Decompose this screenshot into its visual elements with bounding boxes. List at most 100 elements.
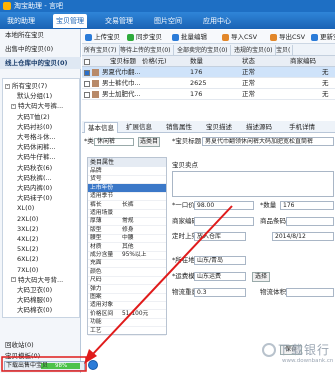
update-button[interactable]: 更新宝 <box>311 32 335 43</box>
grid-header-code[interactable]: 商家编码 <box>290 56 316 67</box>
sidebar-item-recycle[interactable]: 回收站(0) <box>5 339 34 349</box>
shipping-template-select[interactable]: 山东运费 <box>194 272 246 281</box>
sidebar-item-on-sale[interactable]: 出售中的宝贝(0) <box>0 43 81 55</box>
schedule-select[interactable]: 放入仓库 <box>194 232 246 241</box>
price-input[interactable]: 98.00 <box>194 201 254 210</box>
watermark-logo-icon <box>262 343 276 357</box>
tab-description-source[interactable]: 描述源码 <box>242 122 276 133</box>
progress-percent: 98% <box>55 363 68 369</box>
tab-basic-info[interactable]: 基本信息 <box>84 122 118 133</box>
tree-item-label: 5XL(2) <box>17 245 39 254</box>
tab-extended-info[interactable]: 扩展信息 <box>122 122 156 133</box>
sync-button[interactable]: 同步宝贝 <box>127 32 162 43</box>
tab-sold-out[interactable]: 全部卖完的宝贝(0) <box>175 45 231 56</box>
title-label: *宝贝标题 <box>172 137 202 145</box>
volume-input[interactable] <box>286 288 334 297</box>
weight-input[interactable]: 0.3 <box>194 288 246 297</box>
row-code: 无 <box>322 68 329 76</box>
sidebar-local-header[interactable]: 本地所在宝贝 <box>0 29 81 41</box>
table-row[interactable]: 男士裤代巾... 2625 正常 无 <box>82 78 335 89</box>
shipping-select-button[interactable]: 选择 <box>252 272 270 282</box>
barcode-input[interactable] <box>286 217 334 226</box>
tree-item-label: 大码T恤(2) <box>17 112 50 121</box>
item-grid: 宝贝标题 价格(元) 数量 状态 商家编码 男夏代巾翻... 176 正常无男士裤代… <box>82 56 335 110</box>
tree-item-label: 大码牛仔裤... <box>17 153 56 162</box>
progress-label: 下载出售中宝贝 <box>6 362 49 369</box>
category-attributes: *类目 休闲裤 选类目 类目属性 品牌 货号 上市年份 适用季节 裤长 长裤 适用场景 厚薄常… <box>84 135 168 336</box>
grid-header-qty[interactable]: 数量 <box>190 56 203 67</box>
app-title: 淘宝助理 - 言吧 <box>14 2 63 10</box>
close-icon[interactable] <box>88 360 98 370</box>
detail-tabs: 基本信息 扩展信息 销售属性 宝贝描述 描述源码 手机详情 <box>82 121 335 133</box>
row-qty: 2625 <box>190 79 207 87</box>
table-row[interactable]: 男夏代巾翻... 176 正常 无 <box>82 67 335 78</box>
row-status: 正常 <box>242 90 255 98</box>
tab-mobile-details[interactable]: 手机详情 <box>282 122 322 133</box>
attribute-row[interactable]: 工艺 <box>88 327 166 336</box>
sidebar-item-templates[interactable]: 宝贝模板(0) <box>5 350 40 360</box>
tree-item-label: 大码秋裤(... <box>17 173 52 182</box>
merchant-code-input[interactable] <box>194 217 254 226</box>
qty-input[interactable]: 176 <box>280 201 334 210</box>
title-bar: 淘宝助理 - 言吧 <box>0 0 335 12</box>
grid-header-select[interactable] <box>84 56 90 67</box>
row-checkbox[interactable] <box>84 78 90 89</box>
tree-item[interactable]: 大码棉衣(0) <box>17 305 52 316</box>
nav-tab-my-assistant[interactable]: 我的助理 <box>3 14 39 28</box>
title-input[interactable]: 男夏代巾翻领休闲裤大码加肥宽松直筒裤 <box>202 137 334 146</box>
tree-item-label: XL(0) <box>17 204 35 213</box>
grid-header-status[interactable]: 状态 <box>242 56 255 67</box>
row-title: 男夏代巾翻... <box>102 68 141 76</box>
category-select[interactable]: 休闲裤 <box>94 138 134 146</box>
export-csv-button[interactable]: 导出CSV <box>270 32 305 43</box>
collapse-toggle-icon[interactable]: - <box>11 103 16 109</box>
tree-item-label: 大码卫衣(0) <box>17 286 53 294</box>
volume-label: 物流体积 <box>260 288 286 296</box>
select-category-button[interactable]: 选类目 <box>138 137 160 147</box>
tree-item-label: 大码衬衫(0) <box>17 122 53 131</box>
row-checkbox[interactable] <box>84 89 90 100</box>
attribute-table-header: 类目属性 <box>88 158 166 167</box>
nav-tab-image-space[interactable]: 图片空间 <box>150 14 186 28</box>
upload-button[interactable]: 上传宝贝 <box>85 32 120 43</box>
tree-item-label: 大码棉服(0) <box>17 296 53 305</box>
selling-point-label: 宝贝卖点 <box>172 161 198 169</box>
app-logo-icon <box>3 2 11 10</box>
tab-all-items[interactable]: 所有宝贝(7) <box>82 45 120 56</box>
nav-tab-item-management[interactable]: 宝贝管理 <box>53 14 87 28</box>
tree-item-label: 7XL(0) <box>17 265 39 274</box>
import-csv-button[interactable]: 导入CSV <box>222 32 257 43</box>
barcode-label: 商品条码 <box>260 217 286 225</box>
table-row[interactable]: 男士加肥代... 176 正常 无 <box>82 89 335 100</box>
tree-item-label: 大码休闲裤... <box>17 143 56 152</box>
row-code: 无 <box>322 79 329 87</box>
collapse-toggle-icon[interactable]: - <box>11 277 16 283</box>
tab-waiting-upload[interactable]: 等待上传的宝贝(0) <box>118 45 174 56</box>
location-select[interactable]: 山东/青岛 <box>194 256 246 265</box>
grid-header-price[interactable]: 价格(元) <box>142 56 167 67</box>
basic-info-form: *宝贝标题 男夏代巾翻领休闲裤大码加肥宽松直筒裤 宝贝卖点 *一口价 98.00… <box>172 135 335 355</box>
row-status: 正常 <box>242 68 255 76</box>
schedule-date-input[interactable]: 2014/8/12 <box>272 232 334 241</box>
sidebar-cloud-header[interactable]: 线上仓库中的宝贝(0) <box>0 57 81 69</box>
main-nav: 我的助理 宝贝管理 交易管理 图片空间 应用中心 <box>0 12 335 29</box>
collapse-toggle-icon[interactable]: - <box>5 83 10 89</box>
selling-point-input[interactable] <box>172 171 334 197</box>
tab-violation[interactable]: 违规的宝贝(0) <box>232 45 276 56</box>
grid-header-title[interactable]: 宝贝标题 <box>110 56 136 67</box>
qty-label: *数量 <box>260 201 277 209</box>
nav-tab-trade[interactable]: 交易管理 <box>101 14 137 28</box>
tree-item-label: 大码棉衣(0) <box>17 306 53 315</box>
export-icon <box>270 34 277 41</box>
tab-item-description[interactable]: 宝贝描述 <box>202 122 236 133</box>
import-icon <box>222 34 229 41</box>
sync-icon <box>127 34 134 41</box>
nav-tab-app-center[interactable]: 应用中心 <box>199 14 235 28</box>
tree-item-label: 2XL(0) <box>17 214 39 223</box>
batch-edit-button[interactable]: 批量编辑 <box>172 32 207 43</box>
tab-more[interactable]: 宝贝( <box>274 45 294 56</box>
row-checkbox[interactable] <box>84 67 90 78</box>
attribute-table: 类目属性 品牌 货号 上市年份 适用季节 裤长 长裤 适用场景 厚薄 常规 版型 修身 腰型 中腰 材质其… <box>87 157 167 336</box>
tree-item-label: 4XL(2) <box>17 235 39 243</box>
tab-sales-attributes[interactable]: 销售属性 <box>162 122 196 133</box>
